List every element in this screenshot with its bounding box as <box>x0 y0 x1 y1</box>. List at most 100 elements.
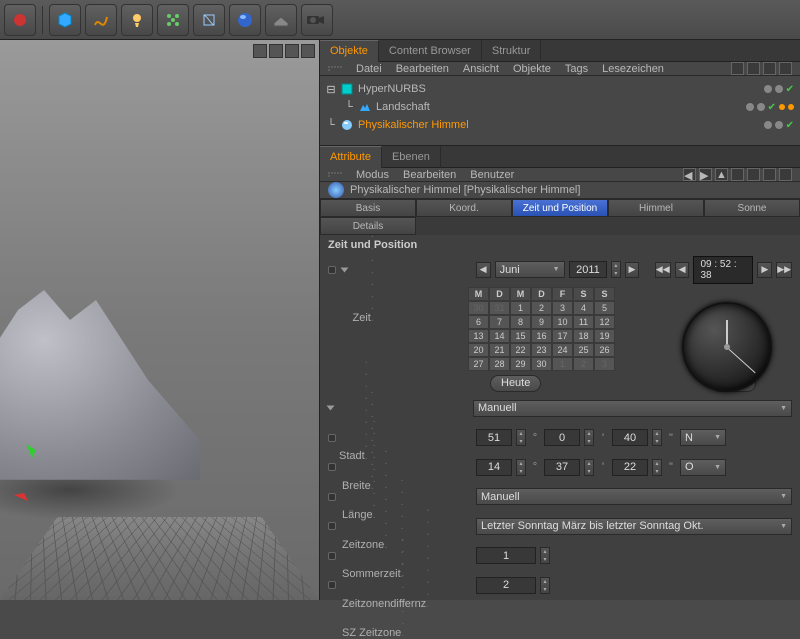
month-prev-icon[interactable]: ◀ <box>476 262 491 278</box>
cal-day[interactable]: 3 <box>552 301 573 315</box>
cal-day[interactable]: 31 <box>489 301 510 315</box>
check-icon[interactable]: ✔ <box>786 84 794 95</box>
zeitzonendiffernz-field[interactable]: 1 <box>476 547 536 564</box>
cal-day[interactable]: 2 <box>531 301 552 315</box>
tree-label[interactable]: HyperNURBS <box>358 83 426 95</box>
cal-day[interactable]: 6 <box>468 315 489 329</box>
spinner[interactable] <box>540 547 550 564</box>
laenge-dir-dropdown[interactable]: O <box>680 459 726 476</box>
breite-deg[interactable]: 51 <box>476 429 512 446</box>
viewport-3d[interactable] <box>0 40 320 600</box>
lock-icon[interactable] <box>747 168 760 181</box>
tab-content-browser[interactable]: Content Browser <box>379 40 482 62</box>
ptab-himmel[interactable]: Himmel <box>608 199 704 217</box>
cal-day[interactable]: 29 <box>510 357 531 371</box>
time-forward-icon[interactable]: ▶▶ <box>776 262 792 278</box>
cal-day[interactable]: 1 <box>552 357 573 371</box>
array-icon[interactable] <box>157 4 189 36</box>
cal-day[interactable]: 8 <box>510 315 531 329</box>
cal-day[interactable]: 2 <box>573 357 594 371</box>
menu-lesezeichen[interactable]: Lesezeichen <box>602 63 664 75</box>
cal-day[interactable]: 20 <box>468 343 489 357</box>
spinner[interactable] <box>652 459 662 476</box>
time-rewind-icon[interactable]: ◀◀ <box>655 262 671 278</box>
spinner[interactable] <box>540 577 550 594</box>
expand-icon[interactable] <box>327 406 335 411</box>
search-icon[interactable] <box>731 62 744 75</box>
time-display[interactable]: 09 : 52 : 38 <box>693 256 753 284</box>
cal-day[interactable]: 14 <box>489 329 510 343</box>
cal-day[interactable]: 5 <box>594 301 615 315</box>
menu-datei[interactable]: Datei <box>356 63 382 75</box>
camera-icon[interactable] <box>301 4 333 36</box>
cal-day[interactable]: 17 <box>552 329 573 343</box>
check-icon[interactable]: ✔ <box>786 120 794 131</box>
cal-day[interactable]: 19 <box>594 329 615 343</box>
search-icon[interactable] <box>731 168 744 181</box>
spinner[interactable] <box>584 459 594 476</box>
tab-ebenen[interactable]: Ebenen <box>382 146 441 168</box>
menu-objekte[interactable]: Objekte <box>513 63 551 75</box>
gear-icon[interactable] <box>763 168 776 181</box>
spline-icon[interactable] <box>85 4 117 36</box>
menu-bearbeiten[interactable]: Bearbeiten <box>396 63 449 75</box>
cal-day[interactable]: 30 <box>468 301 489 315</box>
deformer-icon[interactable] <box>193 4 225 36</box>
tab-objekte[interactable]: Objekte <box>320 40 379 62</box>
fwd-icon[interactable]: ▶ <box>699 168 712 181</box>
cal-day[interactable]: 21 <box>489 343 510 357</box>
back-icon[interactable]: ◀ <box>683 168 696 181</box>
cal-day[interactable]: 18 <box>573 329 594 343</box>
year-field[interactable]: 2011 <box>569 261 608 278</box>
tree-row-hypernurbs[interactable]: ⊟ HyperNURBS ✔ <box>320 80 800 98</box>
sphere-icon[interactable] <box>229 4 261 36</box>
plus-icon[interactable] <box>779 62 792 75</box>
tree-row-himmel[interactable]: └ Physikalischer Himmel ✔ <box>320 116 800 134</box>
cal-day[interactable]: 30 <box>531 357 552 371</box>
year-spinner[interactable] <box>611 261 620 278</box>
laenge-min[interactable]: 37 <box>544 459 580 476</box>
spinner[interactable] <box>516 459 526 476</box>
month-dropdown[interactable]: Juni <box>495 261 565 278</box>
menu-modus[interactable]: Modus <box>356 169 389 181</box>
sz-zeitzone-field[interactable]: 2 <box>476 577 536 594</box>
breite-sec[interactable]: 40 <box>612 429 648 446</box>
sommerzeit-dropdown[interactable]: Letzter Sonntag März bis letzter Sonntag… <box>476 518 792 535</box>
cal-day[interactable]: 12 <box>594 315 615 329</box>
cal-day[interactable]: 16 <box>531 329 552 343</box>
menu-ansicht[interactable]: Ansicht <box>463 63 499 75</box>
floor-icon[interactable] <box>265 4 297 36</box>
tab-struktur[interactable]: Struktur <box>482 40 542 62</box>
menu-bearbeiten[interactable]: Bearbeiten <box>403 169 456 181</box>
ptab-basis[interactable]: Basis <box>320 199 416 217</box>
plus-icon[interactable] <box>779 168 792 181</box>
viewport-nav-icon[interactable] <box>301 44 315 58</box>
cal-day[interactable]: 23 <box>531 343 552 357</box>
expand-icon[interactable]: ⊟ <box>326 83 336 96</box>
menu-benutzer[interactable]: Benutzer <box>470 169 514 181</box>
cal-day[interactable]: 9 <box>531 315 552 329</box>
breite-dir-dropdown[interactable]: N <box>680 429 726 446</box>
viewport-nav-icon[interactable] <box>285 44 299 58</box>
stadt-dropdown[interactable]: Manuell <box>473 400 792 417</box>
month-next-icon[interactable]: ▶ <box>625 262 640 278</box>
cal-day[interactable]: 10 <box>552 315 573 329</box>
record-icon[interactable] <box>4 4 36 36</box>
cal-day[interactable]: 27 <box>468 357 489 371</box>
cube-icon[interactable] <box>49 4 81 36</box>
breite-min[interactable]: 0 <box>544 429 580 446</box>
ptab-zeit-position[interactable]: Zeit und Position <box>512 199 608 217</box>
cal-day[interactable]: 1 <box>510 301 531 315</box>
tab-attribute[interactable]: Attribute <box>320 146 382 168</box>
check-icon[interactable]: ✔ <box>768 102 776 113</box>
zeitzone-dropdown[interactable]: Manuell <box>476 488 792 505</box>
cal-day[interactable]: 25 <box>573 343 594 357</box>
expand-icon[interactable] <box>340 267 348 272</box>
cal-day[interactable]: 22 <box>510 343 531 357</box>
ptab-koord[interactable]: Koord. <box>416 199 512 217</box>
tree-label[interactable]: Landschaft <box>376 101 430 113</box>
eye-icon[interactable] <box>763 62 776 75</box>
up-icon[interactable]: ▲ <box>715 168 728 181</box>
tree-label[interactable]: Physikalischer Himmel <box>358 119 469 131</box>
spinner[interactable] <box>652 429 662 446</box>
